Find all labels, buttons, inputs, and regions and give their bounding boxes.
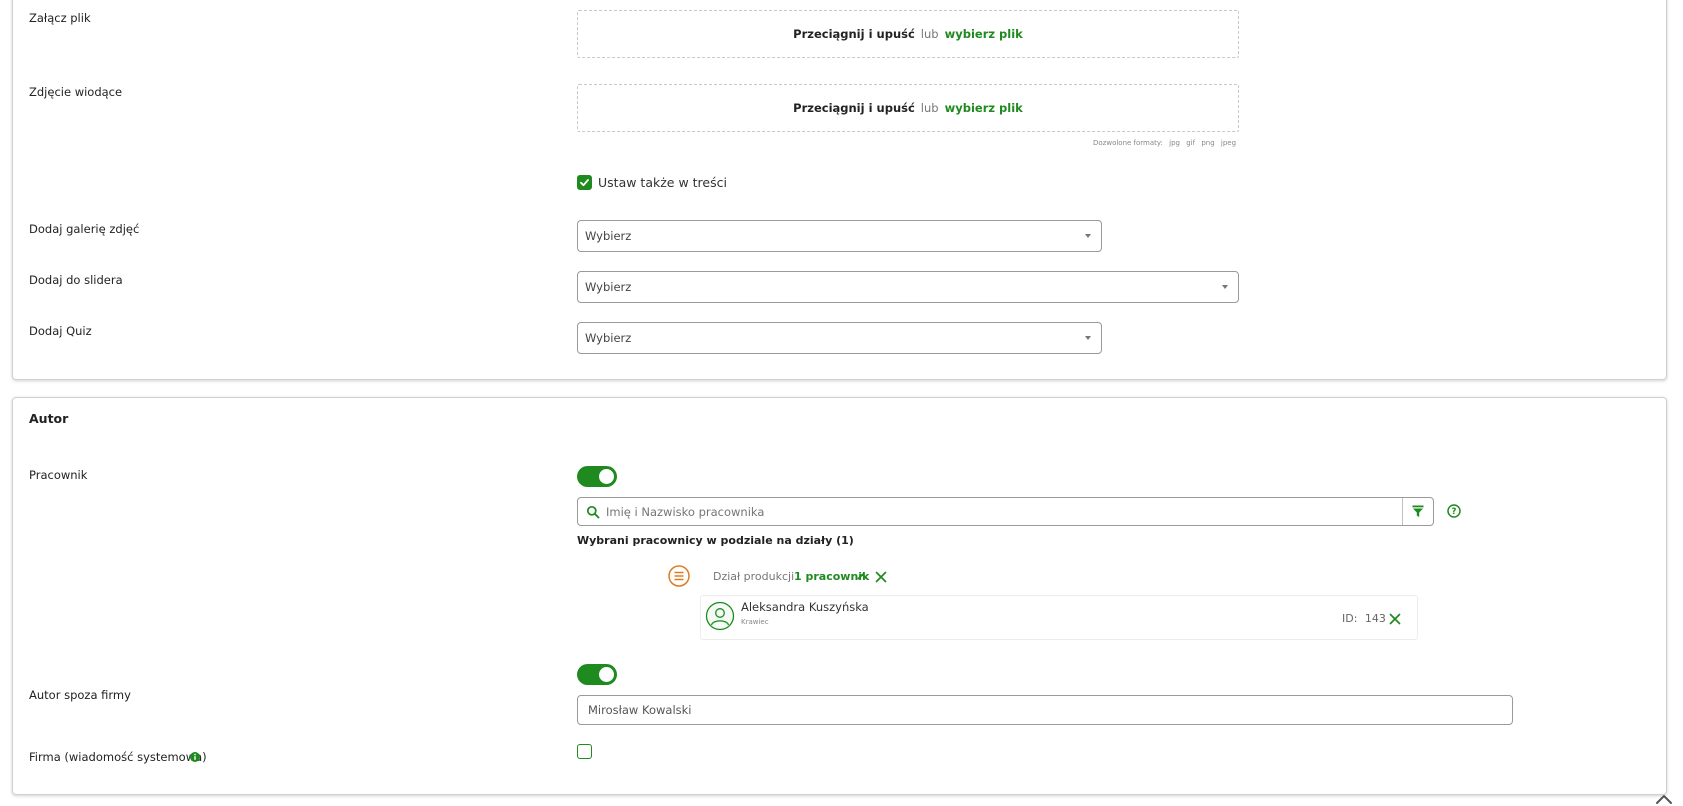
employee-id: ID: 143	[1342, 612, 1386, 625]
employee-toggle[interactable]	[577, 466, 617, 487]
allowed-formats: Dozwolone formaty: jpg gif png jpeg	[1093, 139, 1236, 147]
info-icon	[190, 752, 200, 762]
check-icon	[580, 179, 589, 187]
svg-text:?: ?	[1452, 507, 1457, 517]
dropzone-main-text: Przeciągnij i upuść	[793, 27, 915, 41]
slider-select[interactable]: Wybierz	[577, 271, 1239, 303]
employee-id-value: 143	[1364, 612, 1386, 625]
employee-label: Pracownik	[29, 468, 88, 482]
gallery-select-value: Wybierz	[585, 229, 632, 243]
filter-icon	[1412, 505, 1424, 517]
employee-search-field[interactable]	[577, 497, 1434, 526]
remove-department-icon[interactable]	[875, 571, 887, 583]
allowed-formats-label: Dozwolone formaty:	[1093, 139, 1163, 147]
employee-role: Krawiec	[741, 618, 769, 626]
format-jpg: jpg	[1169, 139, 1180, 147]
gallery-label: Dodaj galerię zdjęć	[29, 222, 140, 236]
quiz-select-value: Wybierz	[585, 331, 632, 345]
format-png: png	[1201, 139, 1215, 147]
quiz-label: Dodaj Quiz	[29, 324, 92, 338]
employee-id-label: ID:	[1342, 612, 1358, 625]
choose-file-link[interactable]: wybierz plik	[945, 101, 1023, 115]
chevron-down-icon	[1222, 285, 1228, 289]
search-icon	[586, 505, 600, 518]
dropzone-or-text: lub	[920, 101, 939, 115]
list-icon[interactable]	[668, 565, 690, 587]
external-author-value: Mirosław Kowalski	[588, 703, 692, 717]
quiz-select[interactable]: Wybierz	[577, 322, 1102, 354]
dropzone-main-text: Przeciągnij i upuść	[793, 101, 915, 115]
avatar-icon	[705, 601, 735, 631]
author-section-title: Autor	[29, 411, 69, 426]
format-jpeg: jpeg	[1220, 139, 1237, 147]
external-author-field[interactable]: Mirosław Kowalski	[577, 695, 1513, 725]
external-author-label: Autor spoza firmy	[29, 688, 131, 702]
company-message-checkbox[interactable]	[577, 744, 592, 759]
also-in-content-checkbox[interactable]	[577, 175, 592, 190]
selected-employees-heading: Wybrani pracownicy w podziale na działy …	[577, 534, 854, 547]
format-gif: gif	[1186, 139, 1196, 147]
employee-search-input[interactable]	[606, 504, 1376, 519]
employee-name: Aleksandra Kuszyńska	[741, 600, 869, 614]
attach-file-dropzone[interactable]: Przeciągnij i upuść lub wybierz plik	[577, 10, 1239, 58]
also-in-content-label: Ustaw także w treści	[598, 175, 727, 190]
company-message-label: Firma (wiadomość systemowa)	[29, 750, 207, 764]
lead-image-dropzone[interactable]: Przeciągnij i upuść lub wybierz plik	[577, 84, 1239, 132]
lead-image-label: Zdjęcie wiodące	[29, 85, 123, 99]
remove-employee-icon[interactable]	[1389, 613, 1401, 625]
toggle-knob	[599, 469, 614, 484]
external-author-toggle[interactable]	[577, 664, 617, 685]
help-icon[interactable]: ?	[1447, 504, 1461, 518]
toggle-knob	[599, 667, 614, 682]
department-name: Dział produkcji	[713, 570, 795, 583]
scroll-top-icon[interactable]	[1654, 792, 1674, 806]
slider-select-value: Wybierz	[585, 280, 632, 294]
gallery-select[interactable]: Wybierz	[577, 220, 1102, 252]
attach-file-label: Załącz plik	[29, 11, 91, 25]
filter-button[interactable]	[1402, 498, 1433, 525]
slider-label: Dodaj do slidera	[29, 273, 123, 287]
dropzone-or-text: lub	[920, 27, 939, 41]
chevron-down-icon	[1085, 336, 1091, 340]
chevron-down-icon	[1085, 234, 1091, 238]
chevron-up-icon[interactable]	[857, 571, 868, 582]
choose-file-link[interactable]: wybierz plik	[945, 27, 1023, 41]
